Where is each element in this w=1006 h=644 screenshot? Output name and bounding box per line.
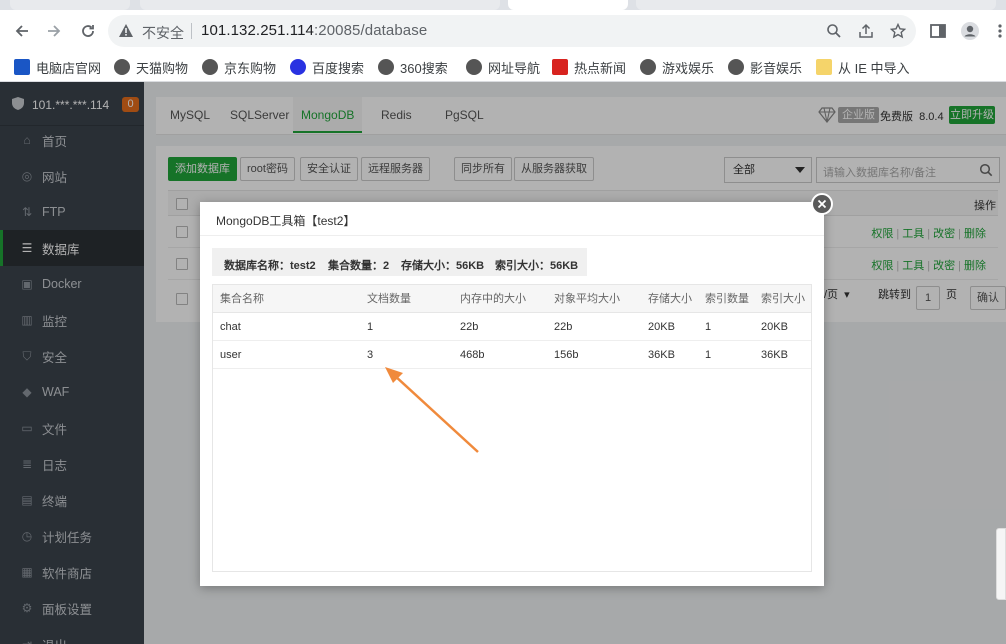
- column-header: 集合名称: [220, 293, 264, 305]
- bookmark-icon: [14, 59, 30, 75]
- mongodb-toolbox-modal: MongoDB工具箱【test2】 数据库名称：test2 集合数量：2 存储大…: [200, 202, 824, 586]
- close-button[interactable]: [811, 193, 833, 215]
- column-header: 内存中的大小: [460, 293, 526, 305]
- zoom-icon[interactable]: [826, 23, 842, 39]
- scroll-handle[interactable]: [996, 528, 1006, 600]
- cell-storage-size: 36KB: [648, 349, 675, 361]
- column-header: 存储大小: [648, 293, 692, 305]
- close-icon: [817, 199, 827, 209]
- collections-table: 集合名称 文档数量 内存中的大小 对象平均大小 存储大小 索引数量 索引大小 c…: [212, 284, 812, 572]
- back-arrow-icon: [15, 25, 28, 37]
- insecure-label: 不安全: [142, 25, 184, 41]
- bookmark-item[interactable]: 从 IE 中导入: [816, 58, 910, 76]
- menu-icon[interactable]: [994, 21, 1006, 41]
- bookmark-item[interactable]: 360搜索: [378, 58, 448, 76]
- column-header: 索引数量: [705, 293, 749, 305]
- bookmark-label: 京东购物: [224, 60, 277, 76]
- cell-collection-name: chat: [220, 321, 241, 333]
- summary-index: 索引大小：56KB: [495, 260, 579, 272]
- summary-db-name: 数据库名称：test2: [224, 260, 316, 272]
- column-header: 文档数量: [367, 293, 411, 305]
- reload-button[interactable]: [76, 19, 100, 43]
- bookmark-icon: [728, 59, 744, 75]
- bookmark-label: 360搜索: [400, 60, 448, 76]
- cell-memory-size: 22b: [460, 321, 479, 333]
- cell-collection-name: user: [220, 349, 242, 361]
- cell-avg-obj-size: 156b: [554, 349, 579, 361]
- bookmark-label: 从 IE 中导入: [838, 60, 910, 76]
- browser-tab[interactable]: [10, 0, 130, 10]
- bookmark-icon: [378, 59, 394, 75]
- forward-arrow-icon: [48, 25, 61, 37]
- bookmark-item[interactable]: 京东购物: [202, 58, 276, 76]
- bookmark-label: 电脑店官网: [36, 60, 102, 76]
- url-text: 101.132.251.114:20085/database: [201, 22, 427, 39]
- summary-collections: 集合数量：2: [328, 260, 390, 272]
- cell-storage-size: 20KB: [648, 321, 675, 333]
- bookmark-icon: [552, 59, 568, 75]
- bookmark-item[interactable]: 游戏娱乐: [640, 58, 714, 76]
- cell-index-count: 1: [705, 349, 712, 361]
- cell-memory-size: 468b: [460, 349, 485, 361]
- db-summary: 数据库名称：test2 集合数量：2 存储大小：56KB 索引大小：56KB: [212, 248, 587, 276]
- url-path: :20085/database: [314, 22, 428, 39]
- bookmark-label: 网址导航: [488, 60, 541, 76]
- column-header: 对象平均大小: [554, 293, 620, 305]
- bookmarks-bar: 电脑店官网 天猫购物 京东购物 百度搜索 360搜索 网址导航 热点新闻 游戏娱…: [0, 52, 1006, 82]
- browser-tab-active[interactable]: [508, 0, 628, 10]
- bookmark-icon: [202, 59, 218, 75]
- table-row[interactable]: chat 1 22b 22b 20KB 1 20KB: [213, 313, 811, 341]
- bookmark-icon: [640, 59, 656, 75]
- bookmark-icon: [816, 59, 832, 75]
- bookmark-icon: [290, 59, 306, 75]
- cell-index-size: 20KB: [761, 321, 788, 333]
- modal-title: MongoDB工具箱【test2】: [216, 214, 356, 228]
- column-header: 索引大小: [761, 293, 805, 305]
- cell-index-count: 1: [705, 321, 712, 333]
- bookmark-label: 热点新闻: [574, 60, 627, 76]
- back-button[interactable]: [10, 19, 34, 43]
- bookmark-item[interactable]: 天猫购物: [114, 58, 188, 76]
- profile-icon[interactable]: [960, 21, 980, 41]
- sidepanel-icon[interactable]: [928, 21, 948, 41]
- browser-tab-strip: [0, 0, 1006, 10]
- modal-header: MongoDB工具箱【test2】: [200, 202, 824, 236]
- reload-icon: [82, 25, 94, 37]
- bookmark-label: 游戏娱乐: [662, 60, 715, 76]
- bookmark-item[interactable]: 百度搜索: [290, 58, 364, 76]
- browser-toolbar: 不安全 101.132.251.114:20085/database: [0, 10, 1006, 52]
- warning-icon: [119, 24, 133, 37]
- bookmark-label: 影音娱乐: [750, 60, 803, 76]
- bookmark-item[interactable]: 电脑店官网: [14, 58, 101, 76]
- address-bar[interactable]: 不安全 101.132.251.114:20085/database: [108, 15, 916, 47]
- cell-doc-count: 3: [367, 349, 374, 361]
- browser-tab[interactable]: [636, 0, 996, 10]
- bookmark-icon: [114, 59, 130, 75]
- cell-avg-obj-size: 22b: [554, 321, 573, 333]
- bookmark-item[interactable]: 热点新闻: [552, 58, 626, 76]
- summary-storage: 存储大小：56KB: [401, 260, 485, 272]
- bookmark-label: 天猫购物: [136, 60, 189, 76]
- collections-table-header: 集合名称 文档数量 内存中的大小 对象平均大小 存储大小 索引数量 索引大小: [213, 285, 811, 313]
- table-row[interactable]: user 3 468b 156b 36KB 1 36KB: [213, 341, 811, 369]
- url-host: 101.132.251.114: [201, 22, 314, 39]
- forward-button[interactable]: [42, 19, 66, 43]
- cell-index-size: 36KB: [761, 349, 788, 361]
- share-icon[interactable]: [858, 23, 874, 39]
- browser-tab[interactable]: [140, 0, 500, 10]
- bookmark-item[interactable]: 影音娱乐: [728, 58, 802, 76]
- cell-doc-count: 1: [367, 321, 374, 333]
- divider: [191, 23, 192, 39]
- star-icon[interactable]: [890, 23, 906, 39]
- bookmark-item[interactable]: 网址导航: [466, 58, 540, 76]
- bookmark-label: 百度搜索: [312, 60, 365, 76]
- bookmark-icon: [466, 59, 482, 75]
